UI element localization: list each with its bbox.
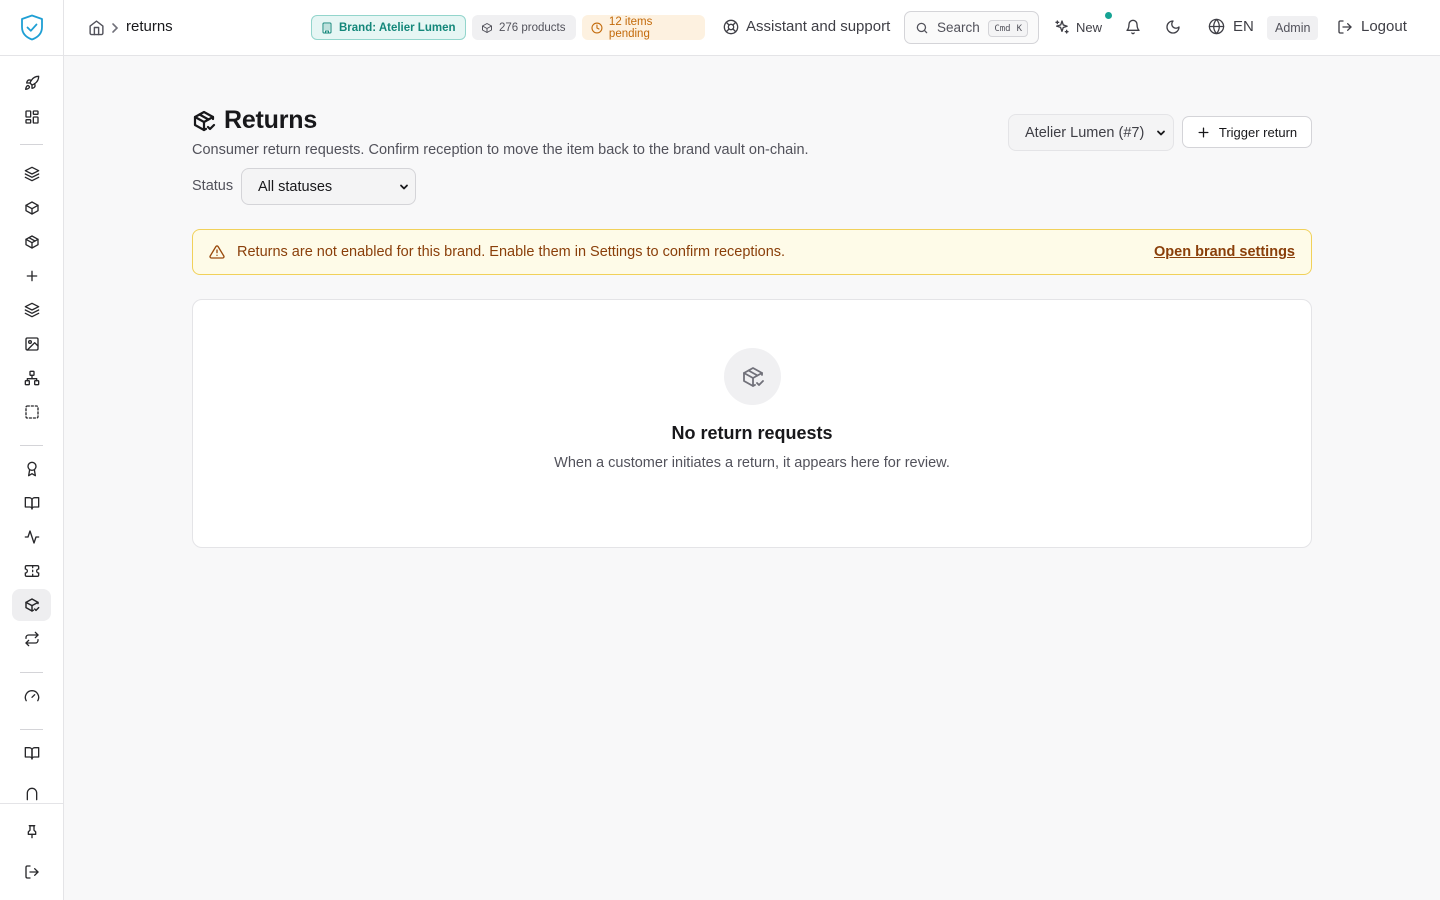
search-label: Search (937, 20, 980, 35)
ticket-icon[interactable] (12, 555, 51, 587)
role-badge: Admin (1267, 16, 1319, 40)
home-icon[interactable] (88, 19, 105, 36)
sidebar (0, 0, 64, 900)
shield-check-icon[interactable] (20, 14, 44, 41)
package-check-icon (193, 110, 216, 131)
language-switcher[interactable]: EN (1208, 18, 1254, 35)
bell-icon[interactable] (1125, 19, 1141, 35)
layers-icon[interactable] (12, 158, 51, 190)
dashboard-grid-icon[interactable] (12, 101, 51, 133)
selection-icon[interactable] (12, 396, 51, 428)
chevron-right-icon (110, 21, 120, 35)
products-chip[interactable]: 276 products (472, 15, 576, 40)
package-icon[interactable] (12, 226, 51, 258)
brand-chip-label: Brand: Atelier Lumen (339, 21, 456, 34)
chevron-down-icon (400, 184, 408, 190)
brand-select-value: Atelier Lumen (#7) (1025, 124, 1145, 141)
returns-disabled-alert: Returns are not enabled for this brand. … (192, 229, 1312, 275)
new-button[interactable]: New (1054, 19, 1102, 35)
trigger-return-label: Trigger return (1218, 124, 1298, 140)
open-brand-settings-link[interactable]: Open brand settings (1154, 244, 1295, 260)
package-check-icon (724, 348, 781, 405)
lifebuoy-icon (723, 19, 739, 34)
status-filter-label: Status (192, 178, 234, 194)
arch-icon[interactable] (12, 771, 51, 801)
shortcut-key-cmd: Cmd (994, 23, 1011, 34)
products-chip-label: 276 products (499, 21, 566, 34)
language-label: EN (1233, 18, 1254, 35)
new-label: New (1076, 19, 1103, 35)
rocket-icon[interactable] (12, 67, 51, 99)
page-header: Returns (192, 106, 317, 135)
alert-message: Returns are not enabled for this brand. … (237, 244, 786, 260)
status-filter-value: All statuses (258, 178, 333, 195)
pending-chip[interactable]: 12 items pending (582, 15, 705, 40)
status-filter-select[interactable]: All statuses (241, 168, 416, 205)
sidebar-divider (20, 729, 43, 730)
sidebar-header-divider (0, 55, 63, 56)
brand-chip[interactable]: Brand: Atelier Lumen (311, 15, 466, 40)
sidebar-divider (20, 144, 43, 145)
building-icon (322, 22, 332, 33)
image-icon[interactable] (12, 328, 51, 360)
empty-state-card: No return requests When a customer initi… (192, 299, 1312, 548)
search-icon (916, 22, 928, 33)
top-bar: returns Brand: Atelier Lumen 276 product… (64, 0, 1440, 56)
empty-state-description: When a customer initiates a return, it a… (554, 455, 950, 471)
activity-icon[interactable] (12, 521, 51, 553)
book-open-icon[interactable] (12, 487, 51, 519)
moon-icon[interactable] (1165, 19, 1181, 35)
logout-label: Logout (1361, 18, 1407, 35)
search-button[interactable]: Search Cmd K (904, 11, 1039, 44)
pin-icon[interactable] (12, 815, 51, 847)
repeat-icon[interactable] (12, 623, 51, 655)
clock-icon (591, 21, 603, 34)
sidebar-divider (20, 445, 43, 446)
box-icon (482, 22, 492, 33)
gauge-icon[interactable] (12, 680, 51, 712)
logout-button[interactable]: Logout (1337, 18, 1407, 35)
award-icon[interactable] (12, 453, 51, 485)
box-icon[interactable] (12, 192, 51, 224)
plus-icon (1198, 127, 1209, 137)
pending-chip-label: 12 items pending (608, 15, 653, 40)
page-subtitle: Consumer return requests. Confirm recept… (192, 142, 809, 158)
new-indicator-dot (1105, 12, 1112, 19)
shortcut-key-k: K (1016, 23, 1022, 34)
support-label: Assistant and support (746, 18, 891, 35)
sidebar-divider (20, 672, 43, 673)
book-icon[interactable] (12, 737, 51, 769)
support-button[interactable]: Assistant and support (723, 18, 890, 35)
trigger-return-button[interactable]: Trigger return (1182, 116, 1312, 148)
search-shortcut: Cmd K (988, 20, 1028, 37)
empty-state-title: No return requests (671, 423, 833, 443)
stack-icon[interactable] (12, 294, 51, 326)
sidebar-footer-divider (0, 803, 63, 804)
warning-triangle-icon (209, 245, 225, 259)
logout-icon[interactable] (12, 856, 51, 888)
package-check-icon[interactable] (12, 589, 51, 621)
chevron-down-icon (1157, 130, 1165, 136)
brand-select[interactable]: Atelier Lumen (#7) (1008, 114, 1174, 151)
network-icon[interactable] (12, 362, 51, 394)
globe-icon (1208, 18, 1225, 35)
breadcrumb-current: returns (126, 18, 173, 35)
plus-icon[interactable] (12, 260, 51, 292)
logout-icon (1338, 19, 1352, 34)
sparkles-icon (1055, 20, 1069, 34)
page-title: Returns (224, 106, 318, 134)
